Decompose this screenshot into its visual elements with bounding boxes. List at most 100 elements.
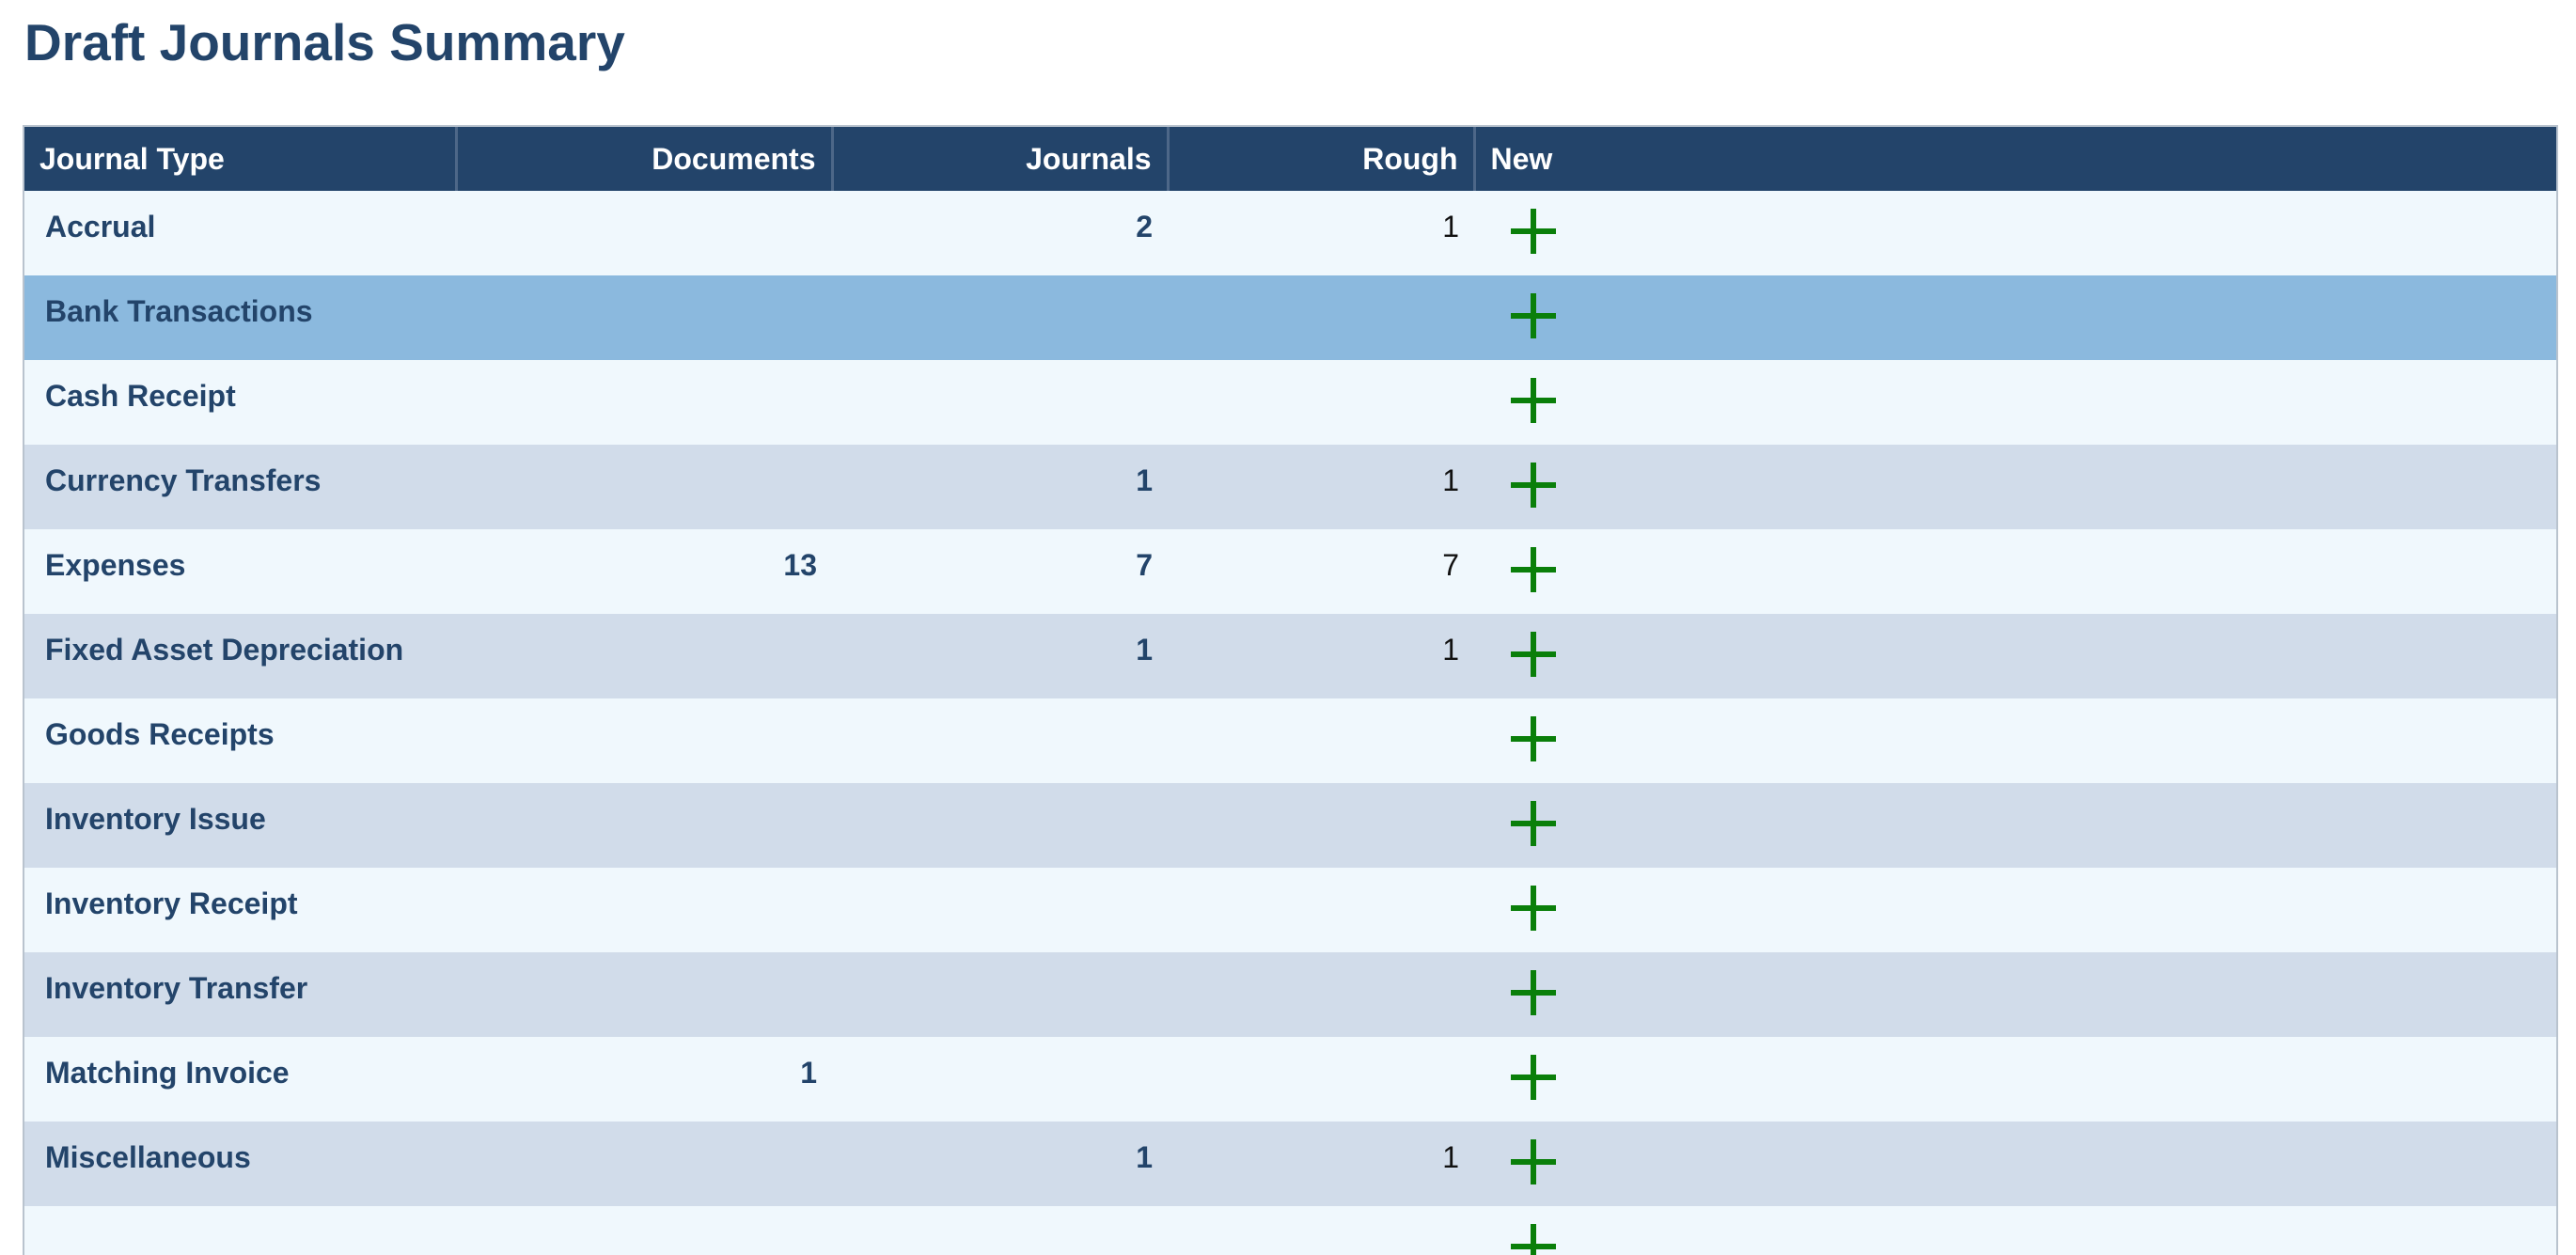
documents-cell[interactable] xyxy=(456,191,832,275)
plus-icon xyxy=(1511,209,1556,254)
rough-cell[interactable] xyxy=(1168,275,1474,360)
add-journal-button[interactable] xyxy=(1508,1052,1559,1103)
journal-type-cell[interactable]: Matching Invoice xyxy=(24,1037,456,1122)
journal-type-cell[interactable]: Expenses xyxy=(24,529,456,614)
journals-cell[interactable] xyxy=(832,783,1168,868)
journal-type-cell[interactable] xyxy=(24,1206,456,1255)
journal-type-cell[interactable]: Accrual xyxy=(24,191,456,275)
add-journal-button[interactable] xyxy=(1508,544,1559,595)
table-row[interactable]: Cash Receipt xyxy=(24,360,2556,445)
rough-cell[interactable] xyxy=(1168,1206,1474,1255)
page-title: Draft Journals Summary xyxy=(24,13,625,71)
table-row[interactable]: Goods Receipts xyxy=(24,698,2556,783)
plus-icon xyxy=(1511,970,1556,1015)
journals-cell[interactable] xyxy=(832,1037,1168,1122)
table-row[interactable]: Inventory Issue xyxy=(24,783,2556,868)
table-body: Accrual 2 1 Bank Transactions Cash Receipt Cu… xyxy=(24,191,2556,1255)
column-header-journal-type[interactable]: Journal Type xyxy=(24,127,458,191)
plus-icon xyxy=(1511,1224,1556,1255)
documents-cell[interactable] xyxy=(456,1206,832,1255)
table-row[interactable]: Currency Transfers 1 1 xyxy=(24,445,2556,529)
documents-cell[interactable] xyxy=(456,614,832,698)
journals-cell[interactable]: 1 xyxy=(832,1122,1168,1206)
add-journal-button[interactable] xyxy=(1508,967,1559,1018)
journals-cell[interactable] xyxy=(832,360,1168,445)
add-journal-button[interactable] xyxy=(1508,206,1559,257)
documents-cell[interactable] xyxy=(456,1122,832,1206)
new-cell xyxy=(1474,529,2556,614)
journal-type-cell[interactable]: Fixed Asset Depreciation xyxy=(24,614,456,698)
add-journal-button[interactable] xyxy=(1508,460,1559,510)
table-row[interactable]: Inventory Transfer xyxy=(24,952,2556,1037)
journal-type-cell[interactable]: Inventory Receipt xyxy=(24,868,456,952)
rough-cell[interactable]: 1 xyxy=(1168,1122,1474,1206)
add-journal-button[interactable] xyxy=(1508,375,1559,426)
rough-cell[interactable] xyxy=(1168,360,1474,445)
column-header-rough[interactable]: Rough xyxy=(1168,127,1476,191)
documents-cell[interactable] xyxy=(456,360,832,445)
journals-cell[interactable]: 1 xyxy=(832,445,1168,529)
documents-cell[interactable] xyxy=(456,275,832,360)
add-journal-button[interactable] xyxy=(1508,714,1559,764)
table-header-row: Journal Type Documents Journals Rough Ne… xyxy=(24,127,2556,191)
table-row[interactable]: Inventory Receipt xyxy=(24,868,2556,952)
journal-type-cell[interactable]: Goods Receipts xyxy=(24,698,456,783)
add-journal-button[interactable] xyxy=(1508,629,1559,680)
rough-cell[interactable] xyxy=(1168,1037,1474,1122)
journal-type-cell[interactable]: Bank Transactions xyxy=(24,275,456,360)
plus-icon xyxy=(1511,1055,1556,1100)
table-row[interactable] xyxy=(24,1206,2556,1255)
journals-cell[interactable] xyxy=(832,868,1168,952)
journal-type-cell[interactable]: Miscellaneous xyxy=(24,1122,456,1206)
rough-cell[interactable] xyxy=(1168,783,1474,868)
journals-cell[interactable]: 7 xyxy=(832,529,1168,614)
documents-cell[interactable] xyxy=(456,868,832,952)
journal-type-cell[interactable]: Currency Transfers xyxy=(24,445,456,529)
add-journal-button[interactable] xyxy=(1508,1137,1559,1187)
journal-type-cell[interactable]: Inventory Transfer xyxy=(24,952,456,1037)
table-row[interactable]: Expenses 13 7 7 xyxy=(24,529,2556,614)
journals-cell[interactable] xyxy=(832,952,1168,1037)
journals-cell[interactable] xyxy=(832,1206,1168,1255)
table-row[interactable]: Matching Invoice 1 xyxy=(24,1037,2556,1122)
documents-cell[interactable]: 1 xyxy=(456,1037,832,1122)
plus-icon xyxy=(1511,463,1556,508)
rough-cell[interactable]: 1 xyxy=(1168,191,1474,275)
journal-type-cell[interactable]: Cash Receipt xyxy=(24,360,456,445)
column-header-documents[interactable]: Documents xyxy=(456,127,834,191)
rough-cell[interactable] xyxy=(1168,698,1474,783)
add-journal-button[interactable] xyxy=(1508,798,1559,849)
table-row[interactable]: Fixed Asset Depreciation 1 1 xyxy=(24,614,2556,698)
add-journal-button[interactable] xyxy=(1508,883,1559,933)
add-journal-button[interactable] xyxy=(1508,290,1559,341)
documents-cell[interactable] xyxy=(456,783,832,868)
documents-cell[interactable] xyxy=(456,445,832,529)
new-cell xyxy=(1474,952,2556,1037)
column-header-new: New xyxy=(1474,127,2556,191)
table-row[interactable]: Miscellaneous 1 1 xyxy=(24,1122,2556,1206)
add-journal-button[interactable] xyxy=(1508,1221,1559,1255)
rough-cell[interactable] xyxy=(1168,952,1474,1037)
table-row[interactable]: Bank Transactions xyxy=(24,275,2556,360)
new-cell xyxy=(1474,868,2556,952)
table-row[interactable]: Accrual 2 1 xyxy=(24,191,2556,275)
journals-cell[interactable]: 1 xyxy=(832,614,1168,698)
documents-cell[interactable] xyxy=(456,952,832,1037)
journals-cell[interactable] xyxy=(832,698,1168,783)
rough-cell[interactable]: 7 xyxy=(1168,529,1474,614)
column-header-journals[interactable]: Journals xyxy=(832,127,1170,191)
journals-cell[interactable] xyxy=(832,275,1168,360)
documents-cell[interactable] xyxy=(456,698,832,783)
new-cell xyxy=(1474,191,2556,275)
rough-cell[interactable] xyxy=(1168,868,1474,952)
new-cell xyxy=(1474,275,2556,360)
new-cell xyxy=(1474,1206,2556,1255)
plus-icon xyxy=(1511,886,1556,931)
journal-type-cell[interactable]: Inventory Issue xyxy=(24,783,456,868)
plus-icon xyxy=(1511,293,1556,338)
journals-cell[interactable]: 2 xyxy=(832,191,1168,275)
rough-cell[interactable]: 1 xyxy=(1168,614,1474,698)
rough-cell[interactable]: 1 xyxy=(1168,445,1474,529)
documents-cell[interactable]: 13 xyxy=(456,529,832,614)
draft-journals-table: Journal Type Documents Journals Rough Ne… xyxy=(24,127,2556,1255)
